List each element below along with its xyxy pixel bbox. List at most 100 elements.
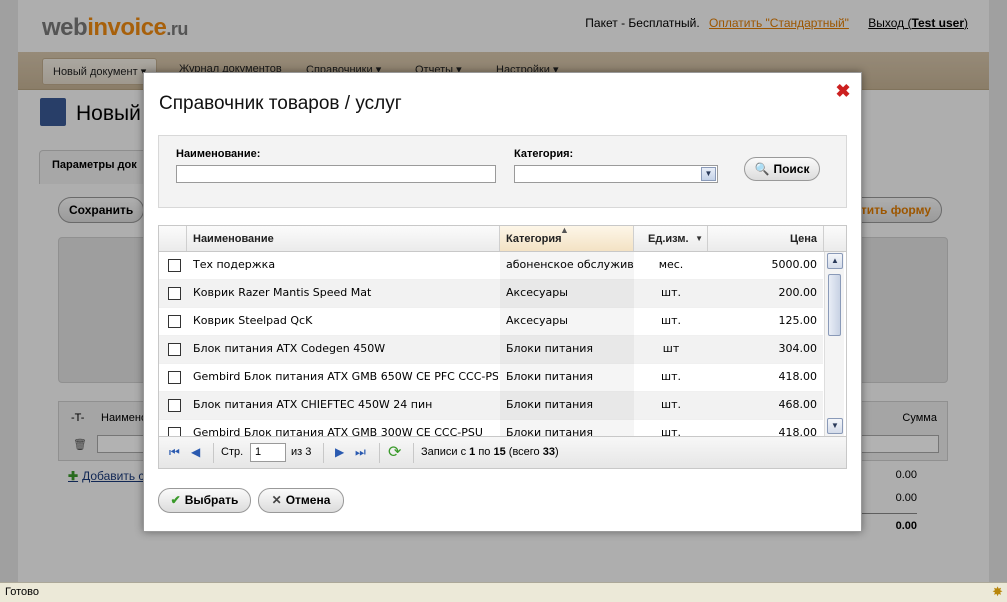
cell-category: Блоки питания	[500, 336, 634, 364]
cell-category: Аксесуары	[500, 280, 634, 308]
cell-unit: шт.	[661, 314, 681, 327]
page-label: Стр.	[221, 446, 244, 458]
row-checkbox[interactable]	[168, 287, 181, 300]
pager-separator	[413, 443, 414, 463]
close-icon[interactable]: ✖	[835, 82, 851, 100]
cell-unit: шт	[662, 342, 680, 355]
refresh-icon[interactable]: ⟳	[388, 442, 401, 462]
search-button[interactable]: 🔍 Поиск	[744, 157, 820, 181]
table-row[interactable]: Gembird Блок питания ATX GMB 650W CE PFC…	[159, 364, 823, 392]
name-filter-input[interactable]	[176, 165, 496, 183]
cell-name: Gembird Блок питания ATX GMB 650W CE PFC…	[193, 370, 498, 383]
column-header-category[interactable]: Категория ▲	[500, 226, 634, 251]
status-text: Готово	[5, 586, 39, 598]
page-number-input[interactable]: 1	[250, 443, 286, 462]
records-info: Записи с 1 по 15 (всего 33)	[421, 446, 559, 458]
category-filter-label: Категория:	[514, 148, 574, 160]
table-row[interactable]: Коврик Razer Mantis Speed Mat Аксесуары …	[159, 280, 823, 308]
cell-category: Блоки питания	[500, 392, 634, 420]
row-checkbox[interactable]	[168, 371, 181, 384]
header-select-column	[159, 226, 187, 251]
cell-price: 200.00	[778, 286, 818, 299]
records-prefix: Записи с	[421, 446, 467, 458]
cell-price: 5000.00	[771, 258, 818, 271]
grid-scrollbar[interactable]: ▲ ▼	[824, 252, 844, 436]
pager-separator	[323, 443, 324, 463]
scroll-down-icon[interactable]: ▼	[827, 418, 843, 434]
cell-name: Коврик Steelpad QcK	[193, 314, 313, 327]
column-menu-icon[interactable]: ▼	[695, 226, 703, 251]
records-to-label: по	[478, 446, 491, 458]
checkmark-icon: ✔	[170, 493, 181, 507]
cell-unit: шт.	[661, 398, 681, 411]
table-row[interactable]: Тех подержка абоненское обслуживание мес…	[159, 252, 823, 280]
category-filter-select[interactable]: ▼	[514, 165, 718, 183]
scrollbar-thumb[interactable]	[828, 274, 841, 336]
table-row[interactable]: Gembird Блок питания ATX GMB 300W CE CCC…	[159, 420, 823, 436]
cell-category: Блоки питания	[500, 420, 634, 436]
cell-price: 468.00	[778, 398, 818, 411]
page-count-label: из 3	[291, 446, 312, 458]
pager-separator	[379, 443, 380, 463]
close-icon: ✕	[271, 493, 282, 507]
grid-pager: ⏮ ◀ Стр. 1 из 3 ▶ ⏭ ⟳ Записи с 1 по 15 (…	[159, 436, 846, 468]
table-row[interactable]: Блок питания ATX CHIEFTEC 450W 24 пин Бл…	[159, 392, 823, 420]
scroll-up-icon[interactable]: ▲	[827, 253, 843, 269]
chevron-down-icon[interactable]: ▼	[701, 167, 716, 181]
previous-page-icon[interactable]: ◀	[191, 445, 200, 459]
products-dialog: Справочник товаров / услуг ✖ Наименовани…	[143, 72, 862, 532]
pager-separator	[213, 443, 214, 463]
dialog-title: Справочник товаров / услуг	[159, 93, 402, 114]
grid-rows: Тех подержка абоненское обслуживание мес…	[159, 252, 823, 436]
column-header-unit[interactable]: Ед.изм. ▼	[634, 226, 708, 251]
cell-name: Gembird Блок питания ATX GMB 300W CE CCC…	[193, 426, 483, 436]
table-row[interactable]: Коврик Steelpad QcK Аксесуары шт. 125.00	[159, 308, 823, 336]
select-button[interactable]: ✔ Выбрать	[158, 488, 251, 513]
cell-category: абоненское обслуживание	[500, 252, 634, 280]
cancel-button[interactable]: ✕ Отмена	[258, 488, 344, 513]
cell-name: Тех подержка	[193, 258, 276, 271]
records-to: 15	[493, 446, 506, 458]
cell-price: 125.00	[778, 314, 818, 327]
cancel-button-label: Отмена	[285, 493, 331, 507]
cell-unit: мес.	[658, 258, 684, 271]
row-checkbox[interactable]	[168, 343, 181, 356]
column-header-category-label: Категория	[506, 233, 562, 245]
search-icon: 🔍	[754, 162, 770, 176]
cell-name: Блок питания ATX Codegen 450W	[193, 342, 386, 355]
select-button-label: Выбрать	[184, 493, 239, 507]
cell-name: Блок питания ATX CHIEFTEC 450W 24 пин	[193, 398, 433, 411]
filter-panel: Наименование: Категория: ▼ 🔍 Поиск	[158, 135, 847, 208]
cell-price: 304.00	[778, 342, 818, 355]
row-checkbox[interactable]	[168, 259, 181, 272]
cell-unit: шт.	[661, 286, 681, 299]
name-filter-label: Наименование:	[176, 148, 261, 160]
last-page-icon[interactable]: ⏭	[355, 445, 366, 460]
products-grid: Наименование Категория ▲ Ед.изм. ▼ Цена …	[158, 225, 847, 469]
browser-status-bar: Готово ✸	[0, 582, 1007, 602]
first-page-icon[interactable]: ⏮	[169, 445, 180, 460]
cell-unit: шт.	[661, 426, 681, 436]
table-row[interactable]: Блок питания ATX Codegen 450W Блоки пита…	[159, 336, 823, 364]
cell-price: 418.00	[778, 426, 818, 436]
firebug-icon[interactable]: ✸	[992, 584, 1003, 600]
column-header-unit-label: Ед.изм.	[648, 233, 689, 245]
row-checkbox[interactable]	[168, 399, 181, 412]
cell-unit: шт.	[661, 370, 681, 383]
search-button-label: Поиск	[773, 162, 810, 176]
records-from: 1	[469, 446, 476, 458]
records-total: 33	[542, 446, 555, 458]
next-page-icon[interactable]: ▶	[335, 445, 344, 459]
cell-price: 418.00	[778, 370, 818, 383]
cell-category: Блоки питания	[500, 364, 634, 392]
cell-category: Аксесуары	[500, 308, 634, 336]
column-header-name[interactable]: Наименование	[187, 226, 500, 251]
records-total-suffix: )	[554, 446, 559, 458]
row-checkbox[interactable]	[168, 427, 181, 436]
column-header-price[interactable]: Цена	[708, 226, 824, 251]
grid-header: Наименование Категория ▲ Ед.изм. ▼ Цена	[159, 226, 846, 252]
cell-name: Коврик Razer Mantis Speed Mat	[193, 286, 372, 299]
sort-ascending-icon: ▲	[560, 225, 569, 235]
records-total-prefix: (всего	[508, 446, 540, 458]
row-checkbox[interactable]	[168, 315, 181, 328]
